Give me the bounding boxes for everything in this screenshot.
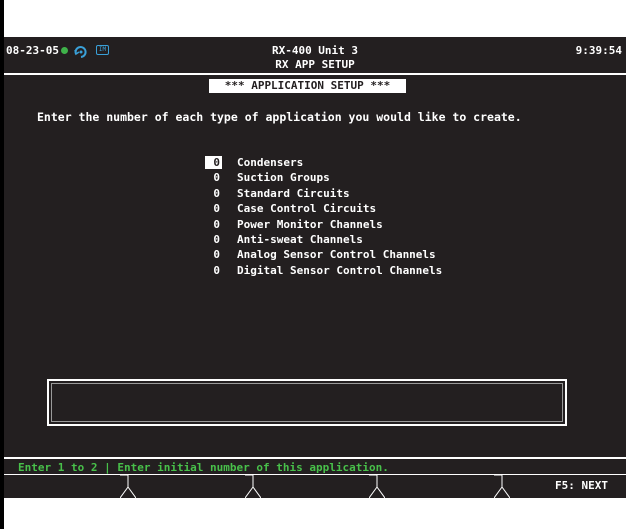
function-key-divider [369,475,386,498]
unit-title: RX-400 Unit 3 [271,44,359,57]
list-item[interactable]: 0 Analog Sensor Control Channels [205,247,525,262]
list-item[interactable]: 0 Standard Circuits [205,186,525,201]
application-label: Case Control Circuits [237,202,377,216]
message-box [47,379,567,426]
list-item[interactable]: 0 Condensers [205,155,525,170]
quantity-field[interactable]: 0 [205,201,222,216]
quantity-field-active[interactable]: 0 [205,156,222,169]
list-item[interactable]: 0 Case Control Circuits [205,201,525,216]
function-key-bar: F5: NEXT [4,474,626,498]
quantity-field[interactable]: 0 [205,232,222,247]
quantity-field[interactable]: 0 [205,247,222,262]
instruction-text: Enter the number of each type of applica… [37,110,522,124]
function-key-divider [120,475,137,498]
application-list: 0 Condensers 0 Suction Groups 0 Standard Circ… [205,155,525,278]
quantity-field[interactable]: 0 [205,186,222,201]
function-key-3[interactable] [253,475,377,498]
screen-subtitle: RX APP SETUP [275,58,355,71]
list-item[interactable]: 0 Digital Sensor Control Channels [205,263,525,278]
app-window: 08-23-05 IM RX-400 Unit 3 RX APP SETUP 9… [0,0,626,529]
application-label: Condensers [237,156,304,169]
function-key-1[interactable] [4,475,128,498]
list-item[interactable]: 0 Suction Groups [205,170,525,185]
application-label: Analog Sensor Control Channels [237,248,436,262]
application-label: Anti-sweat Channels [237,232,363,246]
page-title: *** APPLICATION SETUP *** [209,79,406,93]
quantity-field[interactable]: 0 [205,263,222,278]
function-key-5[interactable]: F5: NEXT [502,475,626,498]
application-label: Power Monitor Channels [237,217,383,231]
list-item[interactable]: 0 Power Monitor Channels [205,217,525,232]
quantity-field[interactable]: 0 [205,170,222,185]
function-key-divider [244,475,261,498]
help-status-line: Enter 1 to 2 | Enter initial number of t… [4,457,626,474]
application-label: Suction Groups [237,171,330,185]
application-label: Standard Circuits [237,186,350,200]
help-text: Enter 1 to 2 | Enter initial number of t… [18,461,389,474]
message-box-text [51,383,563,422]
function-key-2[interactable] [128,475,252,498]
function-key-divider [493,475,510,498]
header-bar: 08-23-05 IM RX-400 Unit 3 RX APP SETUP 9… [4,37,626,75]
time-readout: 9:39:54 [575,44,622,57]
application-label: Digital Sensor Control Channels [237,263,443,277]
quantity-field[interactable]: 0 [205,217,222,232]
list-item[interactable]: 0 Anti-sweat Channels [205,232,525,247]
terminal-screen: 08-23-05 IM RX-400 Unit 3 RX APP SETUP 9… [4,37,626,498]
function-key-4[interactable] [377,475,501,498]
